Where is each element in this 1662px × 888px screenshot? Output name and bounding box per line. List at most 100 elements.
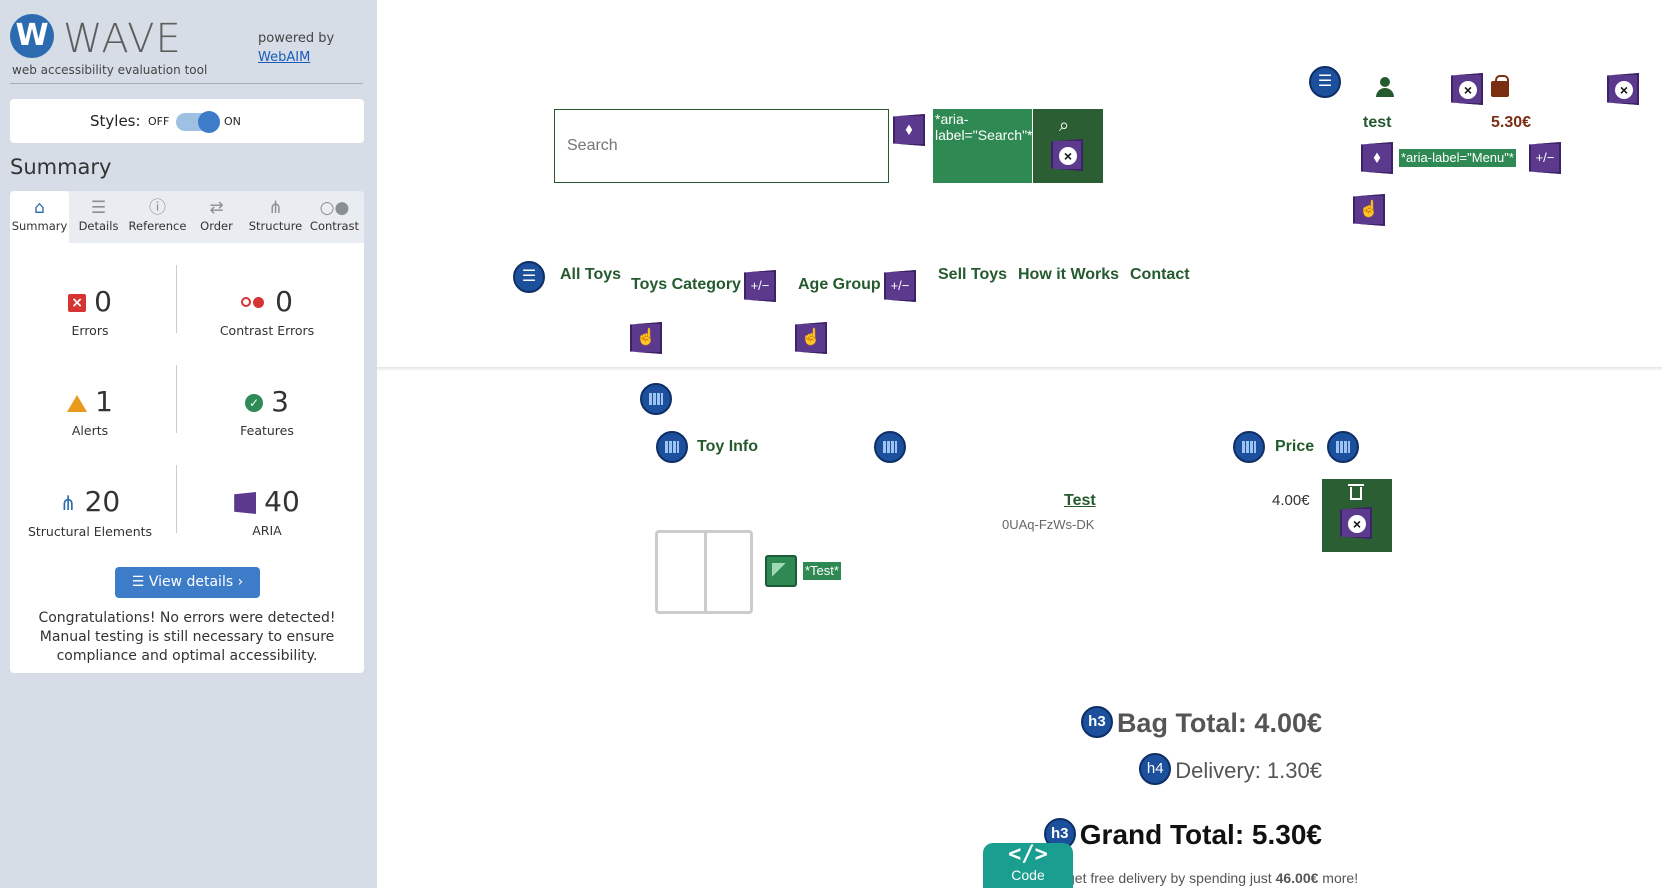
contrast-errors-count: 0: [275, 285, 293, 318]
grand-total-text: Grand Total: 5.30€: [1079, 819, 1322, 850]
stat-features[interactable]: ✓ 3 Features: [187, 385, 347, 438]
wave-error-icon[interactable]: ×: [1051, 139, 1083, 171]
stat-structural[interactable]: ⋔ 20 Structural Elements: [10, 485, 170, 539]
wave-error-icon[interactable]: ×: [1607, 73, 1639, 105]
wave-table-icon[interactable]: [1327, 431, 1359, 463]
product-image: [655, 530, 753, 614]
list-icon: ☰: [131, 574, 149, 590]
wave-hand-icon[interactable]: ☝: [1353, 194, 1385, 226]
wave-logo-icon: W: [10, 14, 54, 58]
wave-table-icon[interactable]: [656, 431, 688, 463]
errors-label: Errors: [71, 323, 109, 338]
structure-icon: ⋔: [59, 491, 77, 515]
wave-label-icon[interactable]: ⬧: [893, 114, 925, 146]
sidebar-divider: [10, 83, 363, 84]
tab-label: Contrast: [309, 219, 360, 233]
tab-label: Reference: [128, 219, 187, 233]
stat-divider: [176, 265, 177, 333]
webaim-link[interactable]: WebAIM: [258, 48, 334, 67]
wave-hand-icon[interactable]: ☝: [630, 322, 662, 354]
styles-toggle-box: Styles: OFF ON: [10, 99, 364, 143]
wave-table-icon[interactable]: [874, 431, 906, 463]
code-icon: </>: [1008, 842, 1048, 867]
tab-contrast[interactable]: ○● Contrast: [305, 191, 364, 243]
code-toggle-button[interactable]: </> Code: [983, 843, 1073, 888]
summary-heading: Summary: [10, 155, 112, 179]
structure-icon: ⋔: [268, 198, 283, 218]
delivery-text: Delivery: 1.30€: [1175, 757, 1322, 783]
stat-alerts[interactable]: 1 Alerts: [10, 385, 170, 438]
product-sku: 0UAq-FzWs-DK: [1002, 517, 1095, 532]
wave-list-icon[interactable]: ☰: [513, 261, 545, 293]
nav-sell-toys[interactable]: Sell Toys: [938, 266, 1007, 284]
wave-table-icon[interactable]: [1233, 431, 1265, 463]
search-button[interactable]: ⌕ ×: [1033, 109, 1103, 183]
styles-toggle[interactable]: [176, 111, 220, 133]
product-name-link[interactable]: Test: [1064, 492, 1096, 510]
wave-expand-icon[interactable]: +/−: [1529, 142, 1561, 174]
trash-icon: [1348, 484, 1364, 500]
structural-count: 20: [84, 485, 121, 518]
user-icon[interactable]: [1376, 77, 1394, 97]
structural-label: Structural Elements: [27, 524, 153, 539]
tab-reference[interactable]: ⓘ Reference: [128, 191, 187, 243]
search-aria-tag: *aria-label="Search"*: [933, 109, 1033, 183]
delivery-total: h4 Delivery: 1.30€: [1139, 753, 1322, 788]
free-delivery-amount: 46.00€: [1275, 870, 1319, 886]
wave-image-icon[interactable]: [765, 555, 797, 587]
search-input[interactable]: [554, 109, 889, 183]
list-icon: ☰: [90, 198, 107, 218]
check-icon: ✓: [245, 394, 264, 412]
home-icon: ⌂: [34, 198, 45, 218]
tab-order[interactable]: ⇄ Order: [187, 191, 246, 243]
wave-tabs: ⌂ Summary ☰ Details ⓘ Reference ⇄ Order ⋔ Str…: [10, 191, 364, 243]
nav-age-group[interactable]: Age Group: [798, 276, 881, 294]
col-price: Price: [1275, 438, 1315, 455]
wave-tagline: web accessibility evaluation tool: [12, 63, 208, 77]
wave-hand-icon[interactable]: ☝: [795, 322, 827, 354]
tab-structure[interactable]: ⋔ Structure: [246, 191, 305, 243]
tab-label: Structure: [248, 219, 303, 233]
tab-details[interactable]: ☰ Details: [69, 191, 128, 243]
features-count: 3: [271, 385, 289, 418]
grand-total: h3 Grand Total: 5.30€: [1043, 817, 1322, 853]
wave-label-icon[interactable]: ⬧: [1361, 142, 1393, 174]
tab-summary[interactable]: ⌂ Summary: [10, 191, 69, 243]
wave-heading-icon[interactable]: h3: [1080, 705, 1113, 738]
bag-icon[interactable]: [1491, 75, 1509, 97]
header-divider: [377, 367, 1662, 371]
aria-icon: [234, 492, 257, 514]
image-alt-tag: *Test*: [803, 562, 841, 580]
stat-errors[interactable]: × 0 Errors: [10, 285, 170, 338]
alerts-label: Alerts: [71, 423, 109, 438]
wave-heading-icon[interactable]: h4: [1139, 753, 1172, 785]
stat-contrast-errors[interactable]: 0 Contrast Errors: [187, 285, 347, 338]
col-toy-info: Toy Info: [697, 438, 759, 455]
nav-all-toys[interactable]: All Toys: [560, 266, 621, 284]
nav-how-it-works[interactable]: How it Works: [1018, 266, 1119, 284]
wave-error-icon[interactable]: ×: [1451, 73, 1483, 105]
account-label[interactable]: test: [1363, 114, 1391, 132]
bag-amount[interactable]: 5.30€: [1491, 114, 1531, 132]
aria-count: 40: [264, 485, 300, 518]
stat-divider: [176, 365, 177, 433]
alert-icon: [67, 394, 88, 412]
wave-table-icon[interactable]: [640, 383, 672, 415]
error-icon: ×: [68, 294, 87, 312]
styles-off-label: OFF: [148, 115, 170, 128]
view-details-button[interactable]: ☰ View details ›: [115, 567, 260, 598]
nav-contact[interactable]: Contact: [1130, 266, 1190, 284]
stat-aria[interactable]: 40 ARIA: [187, 485, 347, 538]
wave-expand-icon[interactable]: +/−: [744, 270, 776, 302]
powered-by-label: powered by: [258, 31, 335, 46]
wave-expand-icon[interactable]: +/−: [884, 270, 916, 302]
remove-item-button[interactable]: ×: [1322, 479, 1392, 552]
free-delivery-prefix: get free delivery by spending just: [1067, 870, 1276, 886]
nav-toys-category[interactable]: Toys Category: [631, 276, 741, 294]
wave-error-icon[interactable]: ×: [1340, 507, 1372, 539]
wave-list-icon[interactable]: ☰: [1309, 66, 1341, 98]
free-delivery-note: get free delivery by spending just 46.00…: [1067, 870, 1358, 886]
styles-label: Styles:: [90, 112, 141, 130]
wave-logo-text: WAVE: [63, 16, 182, 62]
contrast-errors-label: Contrast Errors: [219, 323, 315, 338]
